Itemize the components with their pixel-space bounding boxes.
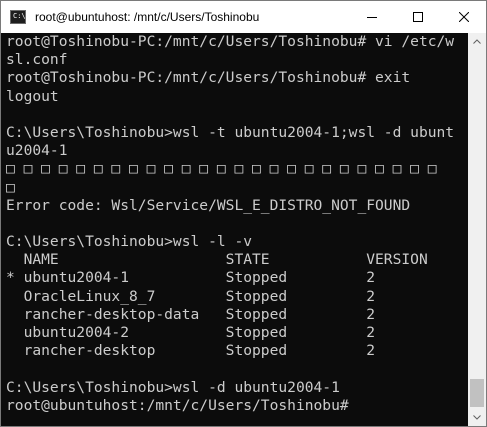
minimize-button[interactable]	[349, 1, 395, 33]
terminal-line: root@Toshinobu-PC:/mnt/c/Users/Toshinobu…	[6, 33, 455, 50]
terminal-line: ubuntu2004-2 Stopped 2	[6, 324, 376, 341]
chevron-up-icon	[473, 39, 481, 44]
terminal-line: rancher-desktop Stopped 2	[6, 342, 376, 360]
terminal-line: NAME STATE VERSION	[6, 251, 428, 269]
terminal-window: C:\ root@ubuntuhost: /mnt/c/Users/Toshin…	[0, 0, 487, 427]
close-icon	[459, 12, 469, 22]
terminal-prompt-line: root@ubuntuhost:/mnt/c/Users/Toshinobu#	[6, 396, 349, 414]
terminal-line: rancher-desktop-data Stopped 2	[6, 305, 376, 323]
terminal-line: C:\Users\Toshinobu>wsl -t ubuntu2004-1;w…	[6, 123, 455, 141]
maximize-button[interactable]	[395, 1, 441, 33]
terminal-line: □	[6, 178, 15, 196]
close-button[interactable]	[441, 1, 487, 33]
terminal-line: C:\Users\Toshinobu>wsl -l -v	[6, 233, 253, 251]
terminal-output[interactable]: root@Toshinobu-PC:/mnt/c/Users/Toshinobu…	[1, 33, 468, 426]
chevron-down-icon	[473, 415, 481, 420]
scrollbar-thumb[interactable]	[470, 379, 484, 407]
window-title: root@ubuntuhost: /mnt/c/Users/Toshinobu	[35, 10, 260, 24]
terminal-line: OracleLinux_8_7 Stopped 2	[6, 287, 376, 305]
terminal-line: sl.conf	[6, 51, 68, 69]
terminal-line: u2004-1	[6, 142, 68, 160]
terminal-line: C:\Users\Toshinobu>wsl -d ubuntu2004-1	[6, 378, 340, 396]
terminal-line: Error code: Wsl/Service/WSL_E_DISTRO_NOT…	[6, 196, 411, 214]
scroll-down-button[interactable]	[468, 409, 486, 426]
title-bar[interactable]: C:\ root@ubuntuhost: /mnt/c/Users/Toshin…	[1, 1, 486, 33]
vertical-scrollbar[interactable]	[468, 33, 486, 426]
maximize-icon	[413, 12, 423, 22]
terminal-line: □ □ □ □ □ □ □ □ □ □ □ □ □ □ □ □ □ □ □ □ …	[6, 160, 437, 178]
scroll-up-button[interactable]	[468, 33, 486, 50]
terminal-icon-glyph: C:\	[13, 12, 26, 20]
terminal-line: logout	[6, 87, 59, 105]
terminal-line: root@Toshinobu-PC:/mnt/c/Users/Toshinobu…	[6, 69, 411, 87]
terminal-icon[interactable]: C:\	[10, 10, 26, 24]
terminal-line: * ubuntu2004-1 Stopped 2	[6, 269, 376, 287]
minimize-icon	[367, 17, 377, 18]
